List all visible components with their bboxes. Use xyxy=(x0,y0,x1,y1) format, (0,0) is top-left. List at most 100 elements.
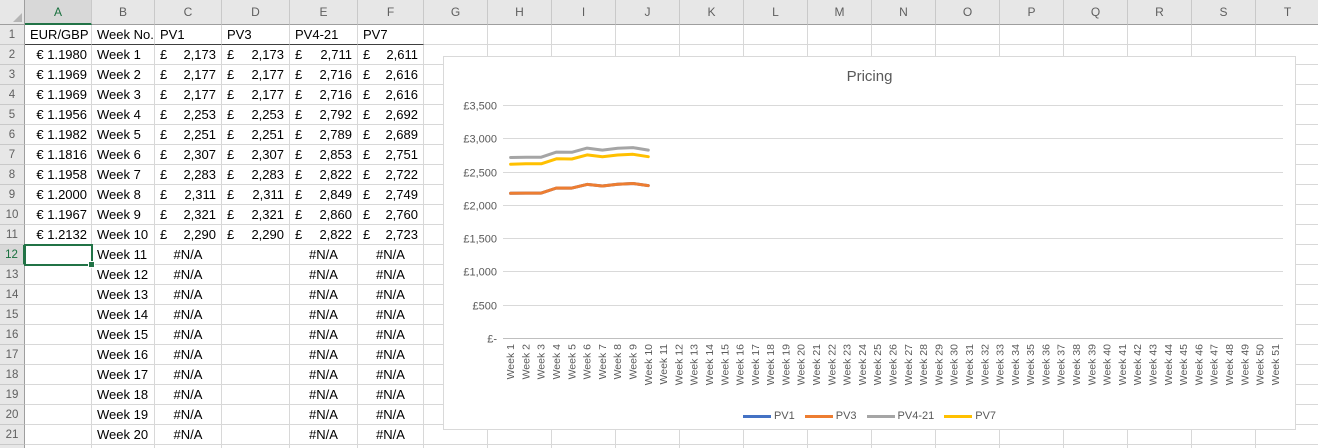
column-header-T[interactable]: T xyxy=(1256,0,1318,25)
cell-K1[interactable] xyxy=(680,25,744,45)
cell-B9[interactable]: Week 8 xyxy=(92,185,155,205)
cell-D17[interactable] xyxy=(222,345,290,365)
cell-A17[interactable] xyxy=(25,345,92,365)
row-header-10[interactable]: 10 xyxy=(0,205,25,225)
cell-D21[interactable] xyxy=(222,425,290,445)
cell-F4[interactable]: £2,616 xyxy=(358,85,424,105)
cell-D3[interactable]: £2,177 xyxy=(222,65,290,85)
cell-B8[interactable]: Week 7 xyxy=(92,165,155,185)
cell-D2[interactable]: £2,173 xyxy=(222,45,290,65)
cell-F15[interactable]: #N/A xyxy=(358,305,424,325)
row-header-5[interactable]: 5 xyxy=(0,105,25,125)
cell-B19[interactable]: Week 18 xyxy=(92,385,155,405)
cell-C10[interactable]: £2,321 xyxy=(155,205,222,225)
cell-D10[interactable]: £2,321 xyxy=(222,205,290,225)
cell-D12[interactable] xyxy=(222,245,290,265)
column-header-J[interactable]: J xyxy=(616,0,680,25)
row-header-3[interactable]: 3 xyxy=(0,65,25,85)
row-header-18[interactable]: 18 xyxy=(0,365,25,385)
cell-F19[interactable]: #N/A xyxy=(358,385,424,405)
row-header-7[interactable]: 7 xyxy=(0,145,25,165)
legend-item-PV7[interactable]: PV7 xyxy=(944,410,996,422)
cell-E9[interactable]: £2,849 xyxy=(290,185,358,205)
cell-D16[interactable] xyxy=(222,325,290,345)
cell-O1[interactable] xyxy=(936,25,1000,45)
cell-M1[interactable] xyxy=(808,25,872,45)
cell-E19[interactable]: #N/A xyxy=(290,385,358,405)
row-header-21[interactable]: 21 xyxy=(0,425,25,445)
column-header-A[interactable]: A xyxy=(25,0,92,25)
cell-C1[interactable]: PV1 xyxy=(155,25,222,45)
cell-C18[interactable]: #N/A xyxy=(155,365,222,385)
row-header-17[interactable]: 17 xyxy=(0,345,25,365)
cell-D7[interactable]: £2,307 xyxy=(222,145,290,165)
cell-N1[interactable] xyxy=(872,25,936,45)
cell-E3[interactable]: £2,716 xyxy=(290,65,358,85)
cell-D11[interactable]: £2,290 xyxy=(222,225,290,245)
cell-H1[interactable] xyxy=(488,25,552,45)
cell-D4[interactable]: £2,177 xyxy=(222,85,290,105)
row-header-12[interactable]: 12 xyxy=(0,245,25,265)
cell-E8[interactable]: £2,822 xyxy=(290,165,358,185)
cell-B13[interactable]: Week 12 xyxy=(92,265,155,285)
cell-A4[interactable]: € 1.1969 xyxy=(25,85,92,105)
cell-D15[interactable] xyxy=(222,305,290,325)
column-header-Q[interactable]: Q xyxy=(1064,0,1128,25)
cell-E15[interactable]: #N/A xyxy=(290,305,358,325)
cell-E14[interactable]: #N/A xyxy=(290,285,358,305)
cell-A21[interactable] xyxy=(25,425,92,445)
cell-F8[interactable]: £2,722 xyxy=(358,165,424,185)
series-line-PV3[interactable] xyxy=(509,182,650,195)
cell-E7[interactable]: £2,853 xyxy=(290,145,358,165)
cell-D8[interactable]: £2,283 xyxy=(222,165,290,185)
cell-C13[interactable]: #N/A xyxy=(155,265,222,285)
cell-C3[interactable]: £2,177 xyxy=(155,65,222,85)
cell-B6[interactable]: Week 5 xyxy=(92,125,155,145)
cell-C12[interactable]: #N/A xyxy=(155,245,222,265)
cell-A10[interactable]: € 1.1967 xyxy=(25,205,92,225)
column-header-K[interactable]: K xyxy=(680,0,744,25)
cell-F6[interactable]: £2,689 xyxy=(358,125,424,145)
cell-B17[interactable]: Week 16 xyxy=(92,345,155,365)
row-header-6[interactable]: 6 xyxy=(0,125,25,145)
row-header-15[interactable]: 15 xyxy=(0,305,25,325)
cell-B7[interactable]: Week 6 xyxy=(92,145,155,165)
cell-B18[interactable]: Week 17 xyxy=(92,365,155,385)
cell-A11[interactable]: € 1.2132 xyxy=(25,225,92,245)
cell-C4[interactable]: £2,177 xyxy=(155,85,222,105)
column-header-H[interactable]: H xyxy=(488,0,552,25)
cell-F12[interactable]: #N/A xyxy=(358,245,424,265)
cell-B21[interactable]: Week 20 xyxy=(92,425,155,445)
cell-T1[interactable] xyxy=(1256,25,1318,45)
cell-A18[interactable] xyxy=(25,365,92,385)
cell-B1[interactable]: Week No. xyxy=(92,25,155,45)
row-header-20[interactable]: 20 xyxy=(0,405,25,425)
cell-F18[interactable]: #N/A xyxy=(358,365,424,385)
cell-C21[interactable]: #N/A xyxy=(155,425,222,445)
cell-I1[interactable] xyxy=(552,25,616,45)
column-header-N[interactable]: N xyxy=(872,0,936,25)
cell-P1[interactable] xyxy=(1000,25,1064,45)
column-header-B[interactable]: B xyxy=(92,0,155,25)
column-header-D[interactable]: D xyxy=(222,0,290,25)
cell-F2[interactable]: £2,611 xyxy=(358,45,424,65)
cell-C16[interactable]: #N/A xyxy=(155,325,222,345)
cell-B20[interactable]: Week 19 xyxy=(92,405,155,425)
cell-C17[interactable]: #N/A xyxy=(155,345,222,365)
cell-C20[interactable]: #N/A xyxy=(155,405,222,425)
cell-C5[interactable]: £2,253 xyxy=(155,105,222,125)
cell-G1[interactable] xyxy=(424,25,488,45)
cell-A1[interactable]: EUR/GBP xyxy=(25,25,92,45)
cell-C19[interactable]: #N/A xyxy=(155,385,222,405)
cell-E21[interactable]: #N/A xyxy=(290,425,358,445)
cell-A3[interactable]: € 1.1969 xyxy=(25,65,92,85)
cell-D13[interactable] xyxy=(222,265,290,285)
cell-E10[interactable]: £2,860 xyxy=(290,205,358,225)
cell-D19[interactable] xyxy=(222,385,290,405)
cell-L1[interactable] xyxy=(744,25,808,45)
cell-D6[interactable]: £2,251 xyxy=(222,125,290,145)
row-header-2[interactable]: 2 xyxy=(0,45,25,65)
cell-D5[interactable]: £2,253 xyxy=(222,105,290,125)
cell-F3[interactable]: £2,616 xyxy=(358,65,424,85)
cell-B11[interactable]: Week 10 xyxy=(92,225,155,245)
